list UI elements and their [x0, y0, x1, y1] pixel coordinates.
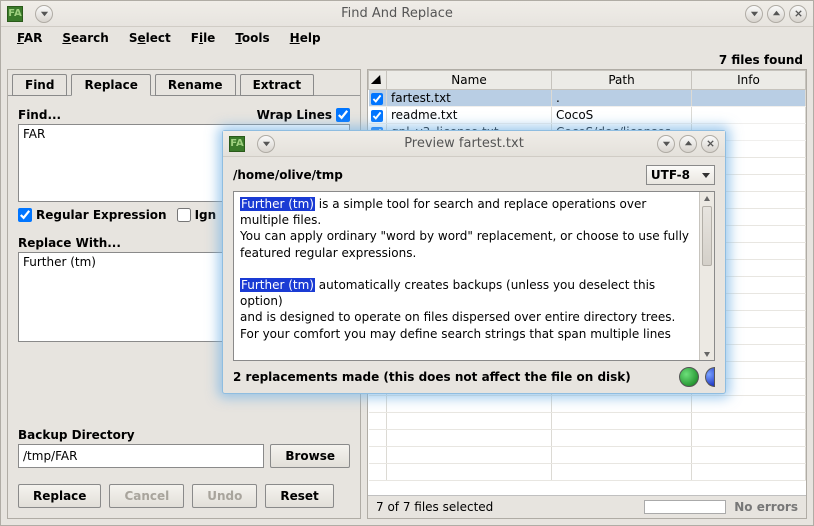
tabs: Find Replace Rename Extract [8, 70, 360, 96]
menu-tools[interactable]: Tools [227, 29, 277, 47]
scroll-up-icon[interactable] [700, 192, 714, 205]
preview-window[interactable]: FA Preview fartest.txt /home/olive/tmp U… [222, 130, 726, 394]
cell-path: . [552, 90, 692, 107]
tab-find[interactable]: Find [12, 74, 67, 96]
progress-bar [644, 500, 726, 514]
table-row[interactable]: readme.txtCocoS [369, 107, 806, 124]
files-found-label: 7 files found [7, 53, 807, 69]
preview-text[interactable]: Further (tm) is a simple tool for search… [233, 191, 715, 361]
col-path[interactable]: Path [552, 71, 692, 90]
status-selected: 7 of 7 files selected [376, 500, 493, 514]
cell-name: fartest.txt [387, 90, 552, 107]
app-icon: FA [7, 6, 23, 22]
preview-body: /home/olive/tmp UTF-8 Further (tm) is a … [223, 157, 725, 393]
preview-path: /home/olive/tmp [233, 168, 646, 182]
cell-name: readme.txt [387, 107, 552, 124]
menubar: FAR Search Select File Tools Help [1, 27, 813, 49]
window-title: Find And Replace [53, 6, 741, 21]
ignore-checkbox[interactable]: Ign [177, 208, 217, 222]
wrap-lines-input[interactable] [336, 108, 350, 122]
chevron-down-icon [702, 173, 710, 178]
preview-close-icon[interactable] [701, 135, 719, 153]
ignore-input[interactable] [177, 208, 191, 222]
titlebar-menu-icon[interactable] [35, 5, 53, 23]
replace-button[interactable]: Replace [18, 484, 101, 508]
preview-minimize-icon[interactable] [657, 135, 675, 153]
cancel-button[interactable]: Cancel [109, 484, 184, 508]
cell-info [692, 90, 806, 107]
preview-scrollbar[interactable] [699, 192, 714, 360]
menu-file[interactable]: File [183, 29, 224, 47]
row-checkbox[interactable] [371, 110, 383, 122]
tab-replace[interactable]: Replace [71, 74, 150, 96]
match-highlight: Further (tm) [240, 197, 315, 211]
encoding-select[interactable]: UTF-8 [646, 165, 715, 185]
reset-button[interactable]: Reset [265, 484, 333, 508]
find-label: Find... [18, 108, 61, 122]
match-highlight: Further (tm) [240, 278, 315, 292]
menu-select[interactable]: Select [121, 29, 179, 47]
table-row[interactable]: fartest.txt. [369, 90, 806, 107]
regex-checkbox[interactable]: Regular Expression [18, 208, 167, 222]
main-titlebar[interactable]: FA Find And Replace [1, 1, 813, 27]
row-checkbox[interactable] [371, 93, 383, 105]
minimize-icon[interactable] [745, 5, 763, 23]
col-select-all[interactable] [369, 71, 387, 90]
preview-titlebar-menu-icon[interactable] [257, 135, 275, 153]
close-icon[interactable] [789, 5, 807, 23]
status-led-blue[interactable] [705, 367, 715, 387]
backup-dir-input[interactable] [18, 444, 264, 468]
replace-label: Replace With... [18, 236, 121, 250]
col-info[interactable]: Info [692, 71, 806, 90]
regex-input[interactable] [18, 208, 32, 222]
preview-status-msg: 2 replacements made (this does not affec… [233, 370, 673, 384]
status-led-green[interactable] [679, 367, 699, 387]
menu-help[interactable]: Help [282, 29, 329, 47]
col-name[interactable]: Name [387, 71, 552, 90]
cell-path: CocoS [552, 107, 692, 124]
preview-title: Preview fartest.txt [275, 136, 653, 151]
status-errors: No errors [734, 500, 798, 514]
status-bar: 7 of 7 files selected No errors [368, 496, 806, 518]
backup-label: Backup Directory [18, 428, 135, 442]
scroll-down-icon[interactable] [700, 347, 714, 360]
preview-maximize-icon[interactable] [679, 135, 697, 153]
maximize-icon[interactable] [767, 5, 785, 23]
tab-rename[interactable]: Rename [155, 74, 236, 96]
cell-info [692, 107, 806, 124]
menu-search[interactable]: Search [54, 29, 116, 47]
tab-extract[interactable]: Extract [240, 74, 315, 96]
wrap-lines-checkbox[interactable]: Wrap Lines [257, 108, 350, 122]
menu-far[interactable]: FAR [9, 29, 50, 47]
preview-app-icon: FA [229, 136, 245, 152]
browse-button[interactable]: Browse [270, 444, 350, 468]
undo-button[interactable]: Undo [192, 484, 257, 508]
preview-titlebar[interactable]: FA Preview fartest.txt [223, 131, 725, 157]
scroll-thumb[interactable] [702, 206, 712, 266]
